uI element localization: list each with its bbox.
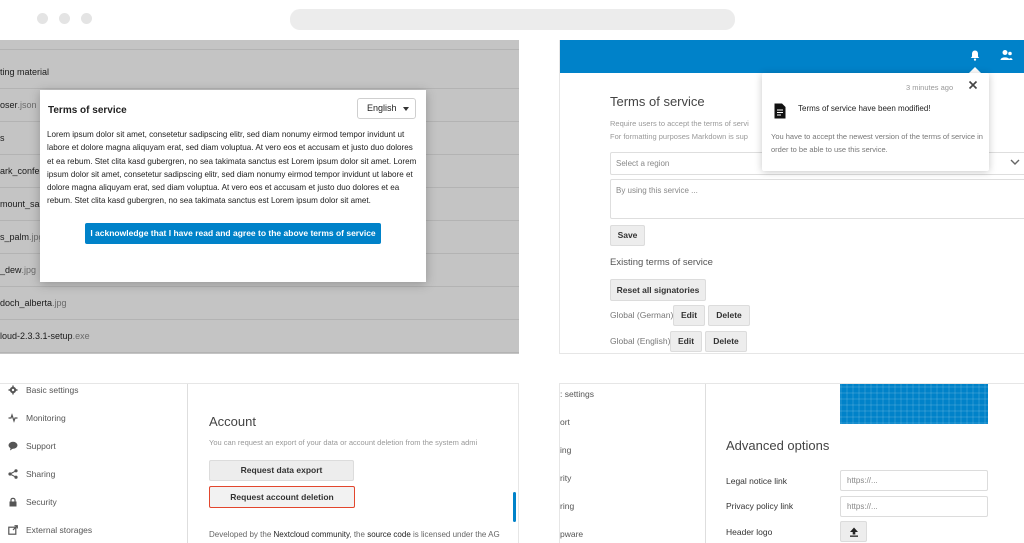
- source-code-link[interactable]: source code: [367, 530, 411, 539]
- files-panel: ting material oser .json s ark_confe moun…: [0, 40, 519, 354]
- reset-signatories-button[interactable]: Reset all signatories: [610, 279, 706, 301]
- notification-popover: 3 minutes ago Terms of service have been…: [762, 73, 989, 171]
- pulse-icon: [8, 413, 18, 423]
- file-name: doch_alberta: [0, 298, 53, 308]
- account-panel: Basic settings Monitoring Support Sharin…: [0, 383, 519, 543]
- file-name: oser: [0, 100, 18, 110]
- privacy-policy-input[interactable]: https://...: [840, 496, 988, 517]
- acknowledge-button[interactable]: I acknowledge that I have read and agree…: [85, 223, 381, 244]
- sidebar-item-monitoring[interactable]: Monitoring: [8, 411, 66, 425]
- footer-text: Developed by the Nextcloud community, th…: [209, 530, 500, 539]
- advanced-options-panel: : settings ort ing rity ring pware Advan…: [559, 383, 1024, 543]
- chat-bubble-icon: [8, 441, 18, 451]
- sidebar-item[interactable]: ort: [560, 417, 570, 427]
- header-logo-label: Header logo: [726, 527, 773, 537]
- settings-sidebar: : settings ort ing rity ring pware: [560, 384, 706, 543]
- sidebar-item-basic-settings[interactable]: Basic settings: [8, 384, 78, 397]
- sidebar-item[interactable]: : settings: [560, 389, 594, 399]
- language-value: English: [367, 103, 397, 113]
- file-name: ark_confe: [0, 166, 40, 176]
- terms-entry-label: Global (English): [610, 336, 671, 346]
- section-title: Account: [209, 414, 256, 429]
- sidebar-item[interactable]: ring: [560, 501, 574, 511]
- delete-button[interactable]: Delete: [708, 305, 750, 326]
- file-name: ting material: [0, 67, 50, 77]
- legal-notice-input[interactable]: https://...: [840, 470, 988, 491]
- browser-chrome: [0, 0, 1024, 40]
- terms-entry-label: Global (German): [610, 310, 674, 320]
- request-account-deletion-button[interactable]: Request account deletion: [209, 486, 355, 508]
- sidebar-item-support[interactable]: Support: [8, 439, 56, 453]
- file-row[interactable]: doch_alberta .jpg: [0, 287, 519, 320]
- external-link-icon: [8, 525, 18, 535]
- chevron-down-icon: [1010, 159, 1020, 165]
- delete-button[interactable]: Delete: [705, 331, 747, 352]
- app-header: [560, 40, 1024, 73]
- address-bar[interactable]: [290, 9, 735, 30]
- caret-down-icon: [403, 107, 409, 111]
- file-row[interactable]: ting material: [0, 56, 519, 89]
- window-dot-icon: [59, 13, 70, 24]
- sidebar-item-sharing[interactable]: Sharing: [8, 467, 55, 481]
- sidebar-item-security[interactable]: Security: [8, 495, 57, 509]
- file-name: mount_sa: [0, 199, 40, 209]
- modal-title: Terms of service: [48, 105, 127, 116]
- file-row[interactable]: loud-2.3.3.1-setup .exe: [0, 320, 519, 353]
- contacts-icon[interactable]: [1000, 49, 1013, 61]
- file-name: s: [0, 133, 5, 143]
- file-name: loud-2.3.3.1-setup: [0, 331, 73, 341]
- close-icon[interactable]: [968, 80, 978, 90]
- notification-time: 3 minutes ago: [906, 83, 954, 92]
- section-description: Require users to accept the terms of ser…: [610, 119, 749, 141]
- gear-icon: [8, 385, 18, 395]
- theme-preview-image: [840, 384, 988, 424]
- community-link[interactable]: Nextcloud community: [274, 530, 350, 539]
- terms-of-service-modal: Terms of service English Lorem ipsum dol…: [40, 90, 426, 282]
- document-icon: [774, 103, 786, 119]
- sidebar-item-external-storages[interactable]: External storages: [8, 523, 92, 537]
- edit-button[interactable]: Edit: [673, 305, 705, 326]
- existing-terms-label: Existing terms of service: [610, 257, 713, 268]
- sidebar-item[interactable]: rity: [560, 473, 571, 483]
- lock-icon: [9, 497, 17, 507]
- notification-bell-icon[interactable]: [970, 50, 980, 61]
- notification-title: Terms of service have been modified!: [798, 104, 931, 113]
- sidebar-item[interactable]: ing: [560, 445, 571, 455]
- settings-sidebar: Basic settings Monitoring Support Sharin…: [0, 384, 188, 543]
- language-select[interactable]: English: [357, 98, 416, 119]
- section-title: Advanced options: [726, 438, 830, 453]
- scrollbar[interactable]: [513, 492, 516, 522]
- terms-text: Lorem ipsum dolor sit amet, consetetur s…: [47, 130, 417, 206]
- share-icon: [8, 469, 18, 479]
- window-dot-icon: [37, 13, 48, 24]
- legal-notice-label: Legal notice link: [726, 476, 787, 486]
- sidebar-item[interactable]: pware: [560, 529, 583, 539]
- upload-button[interactable]: [840, 521, 867, 542]
- request-data-export-button[interactable]: Request data export: [209, 460, 354, 481]
- terms-textarea[interactable]: By using this service ...: [610, 179, 1024, 219]
- file-row[interactable]: [0, 40, 519, 50]
- save-button[interactable]: Save: [610, 225, 645, 246]
- file-name: _dew: [0, 265, 22, 275]
- notification-body: You have to accept the newest version of…: [771, 132, 983, 154]
- section-title: Terms of service: [610, 94, 705, 109]
- file-name: s_palm: [0, 232, 30, 242]
- section-description: You can request an export of your data o…: [209, 438, 478, 447]
- edit-button[interactable]: Edit: [670, 331, 702, 352]
- upload-icon: [850, 527, 858, 537]
- window-dot-icon: [81, 13, 92, 24]
- privacy-policy-label: Privacy policy link: [726, 501, 794, 511]
